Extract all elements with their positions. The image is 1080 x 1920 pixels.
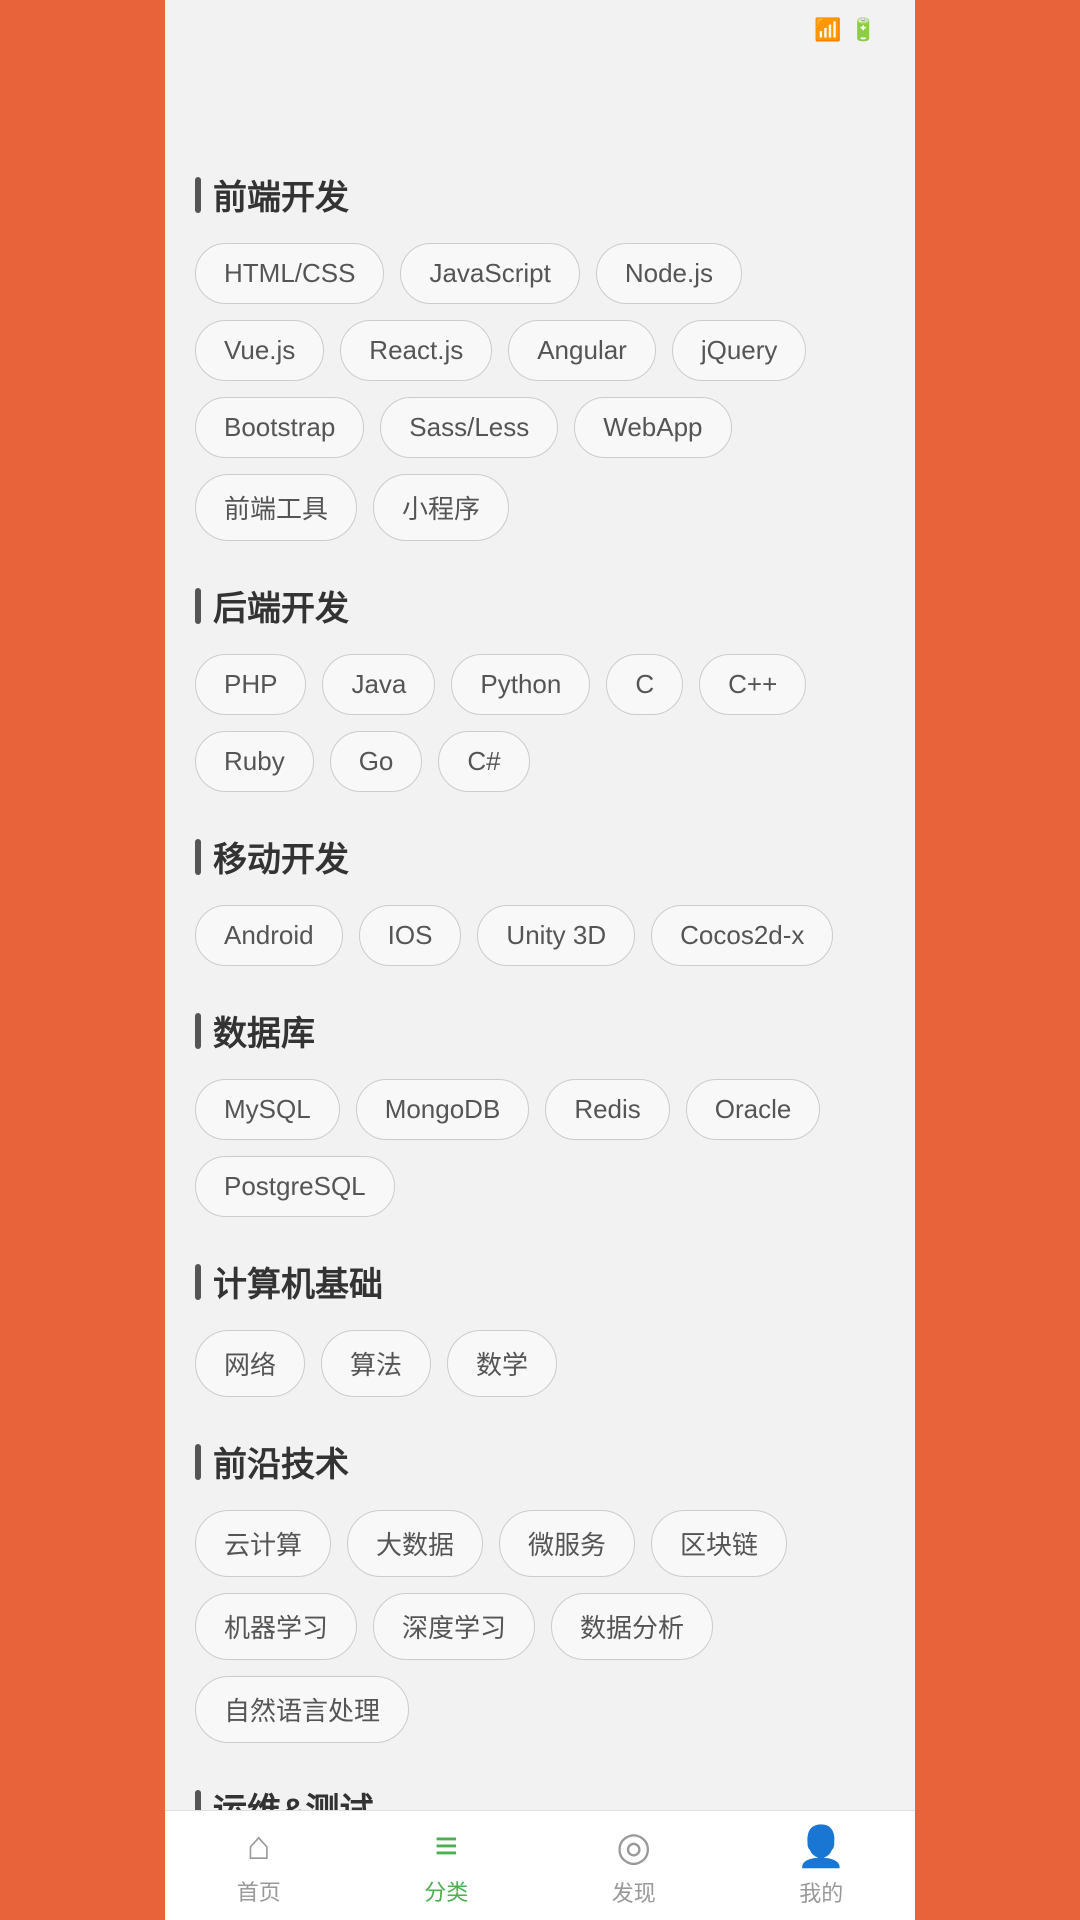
tag-C[interactable]: C <box>606 654 683 715</box>
section-mobile: 移动开发 Android IOSUnity 3D Cocos2d-x <box>165 812 915 976</box>
tag-小程序[interactable]: 小程序 <box>373 474 509 541</box>
tag-React.js[interactable]: React.js <box>340 320 492 381</box>
tag-前端工具[interactable]: 前端工具 <box>195 474 357 541</box>
tag-数据分析[interactable]: 数据分析 <box>551 1593 713 1660</box>
tags-database: MySQL MongoDBRedis Oracle PostgreSQL <box>195 1079 885 1217</box>
tag-数学[interactable]: 数学 <box>447 1330 557 1397</box>
content-area[interactable]: 前端开发 HTML/CSS JavaScript Node.js Vue.js React… <box>165 140 915 1810</box>
tag-网络[interactable]: 网络 <box>195 1330 305 1397</box>
tag-Angular[interactable]: Angular <box>508 320 656 381</box>
section-title-frontend: 前端开发 <box>195 170 885 219</box>
status-icons: 📶 🔋 <box>814 17 885 43</box>
tags-basics: 网络算法数学 <box>195 1330 885 1397</box>
tag-HTML/CSS[interactable]: HTML/CSS <box>195 243 384 304</box>
tags-frontier: 云计算大数据微服务区块链机器学习深度学习数据分析自然语言处理 <box>195 1510 885 1743</box>
tag-机器学习[interactable]: 机器学习 <box>195 1593 357 1660</box>
tags-backend: PHP Java Python C C++ Ruby GoC# <box>195 654 885 792</box>
tag-PostgreSQL[interactable]: PostgreSQL <box>195 1156 395 1217</box>
tag-IOS[interactable]: IOS <box>359 905 462 966</box>
section-devops: 运维&测试测试运维 <box>165 1763 915 1810</box>
tag-Go[interactable]: Go <box>330 731 423 792</box>
tag-MySQL[interactable]: MySQL <box>195 1079 340 1140</box>
tag-C#[interactable]: C# <box>438 731 529 792</box>
section-title-database: 数据库 <box>195 1006 885 1055</box>
nav-icon-discover: ◎ <box>616 1824 651 1870</box>
nav-item-mine[interactable]: 👤 我的 <box>728 1823 916 1908</box>
tag-PHP[interactable]: PHP <box>195 654 306 715</box>
tag-算法[interactable]: 算法 <box>321 1330 431 1397</box>
tag-JavaScript[interactable]: JavaScript <box>400 243 579 304</box>
page-header <box>165 60 915 140</box>
tag-Unity 3D[interactable]: Unity 3D <box>477 905 635 966</box>
nav-item-discover[interactable]: ◎ 发现 <box>540 1824 728 1908</box>
tag-Oracle[interactable]: Oracle <box>686 1079 821 1140</box>
tags-mobile: Android IOSUnity 3D Cocos2d-x <box>195 905 885 966</box>
section-backend: 后端开发 PHP Java Python C C++ Ruby GoC# <box>165 561 915 802</box>
tag-Cocos2d-x[interactable]: Cocos2d-x <box>651 905 833 966</box>
nav-label-discover: 发现 <box>612 1876 656 1908</box>
nav-item-home[interactable]: ⌂ 首页 <box>165 1824 353 1907</box>
section-title-mobile: 移动开发 <box>195 832 885 881</box>
section-frontend: 前端开发 HTML/CSS JavaScript Node.js Vue.js React… <box>165 150 915 551</box>
status-bar: 📶 🔋 <box>165 0 915 60</box>
section-basics: 计算机基础网络算法数学 <box>165 1237 915 1407</box>
section-title-devops: 运维&测试 <box>195 1783 885 1810</box>
tag-WebApp[interactable]: WebApp <box>574 397 731 458</box>
tag-jQuery[interactable]: jQuery <box>672 320 807 381</box>
tag-Android[interactable]: Android <box>195 905 343 966</box>
tag-MongoDB[interactable]: MongoDB <box>356 1079 530 1140</box>
section-frontier: 前沿技术云计算大数据微服务区块链机器学习深度学习数据分析自然语言处理 <box>165 1417 915 1753</box>
nav-label-mine: 我的 <box>799 1876 843 1908</box>
tag-Python[interactable]: Python <box>451 654 590 715</box>
tags-frontend: HTML/CSS JavaScript Node.js Vue.js React.js A… <box>195 243 885 541</box>
nav-icon-home: ⌂ <box>247 1824 271 1869</box>
tag-微服务[interactable]: 微服务 <box>499 1510 635 1577</box>
section-title-frontier: 前沿技术 <box>195 1437 885 1486</box>
tag-Bootstrap[interactable]: Bootstrap <box>195 397 364 458</box>
nav-label-home: 首页 <box>237 1875 281 1907</box>
section-title-backend: 后端开发 <box>195 581 885 630</box>
tag-区块链[interactable]: 区块链 <box>651 1510 787 1577</box>
nav-icon-mine: 👤 <box>796 1823 846 1870</box>
tag-Ruby[interactable]: Ruby <box>195 731 314 792</box>
section-title-basics: 计算机基础 <box>195 1257 885 1306</box>
tag-云计算[interactable]: 云计算 <box>195 1510 331 1577</box>
bottom-navigation: ⌂ 首页 ≡ 分类 ◎ 发现 👤 我的 <box>165 1810 915 1920</box>
wifi-icon: 📶 <box>814 17 841 43</box>
tag-自然语言处理[interactable]: 自然语言处理 <box>195 1676 409 1743</box>
tag-Java[interactable]: Java <box>322 654 435 715</box>
tag-深度学习[interactable]: 深度学习 <box>373 1593 535 1660</box>
nav-label-category: 分类 <box>424 1875 468 1907</box>
nav-icon-category: ≡ <box>435 1824 458 1869</box>
battery-icon: 🔋 <box>850 17 877 43</box>
tag-Node.js[interactable]: Node.js <box>596 243 742 304</box>
tag-Vue.js[interactable]: Vue.js <box>195 320 324 381</box>
tag-Sass/Less[interactable]: Sass/Less <box>380 397 558 458</box>
phone-frame: 📶 🔋 前端开发 HTML/CSS JavaScript Node.js Vue.js R… <box>165 0 915 1920</box>
nav-item-category[interactable]: ≡ 分类 <box>353 1824 541 1907</box>
section-database: 数据库 MySQL MongoDBRedis Oracle PostgreSQL <box>165 986 915 1227</box>
tag-C++[interactable]: C++ <box>699 654 806 715</box>
tag-大数据[interactable]: 大数据 <box>347 1510 483 1577</box>
tag-Redis[interactable]: Redis <box>545 1079 669 1140</box>
